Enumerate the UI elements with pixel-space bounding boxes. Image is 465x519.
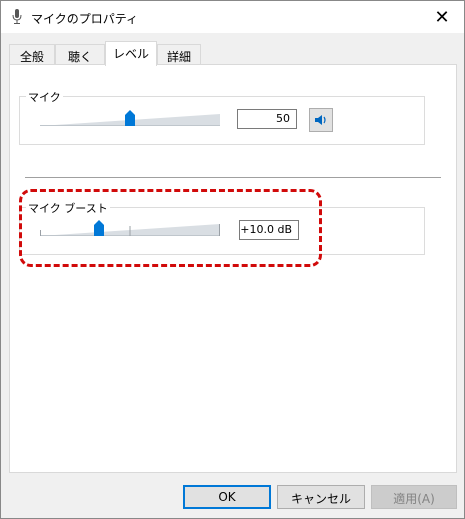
tab-levels[interactable]: レベル <box>105 41 157 66</box>
levels-panel: マイク 50 マイク ブースト +10.0 dB <box>9 64 457 473</box>
microphone-slider-thumb[interactable] <box>125 110 135 126</box>
close-icon: ✕ <box>434 6 450 28</box>
boost-highlight-annotation <box>19 189 322 267</box>
properties-window: マイクのプロパティ ✕ 全般 聴く レベル 詳細 マイク 50 マイク ブースト… <box>0 0 465 519</box>
tab-listen[interactable]: 聴く <box>55 44 105 65</box>
microphone-label: マイク <box>26 89 63 105</box>
microphone-slider[interactable] <box>40 104 220 134</box>
close-button[interactable]: ✕ <box>420 1 464 33</box>
tab-advanced[interactable]: 詳細 <box>157 44 201 65</box>
title-bar: マイクのプロパティ ✕ <box>1 1 464 33</box>
separator <box>25 177 441 178</box>
microphone-group: マイク 50 <box>19 89 425 145</box>
microphone-icon <box>12 9 22 24</box>
tab-general[interactable]: 全般 <box>9 44 55 65</box>
window-title: マイクのプロパティ <box>31 12 139 26</box>
cancel-button[interactable]: キャンセル <box>277 485 365 509</box>
microphone-mute-button[interactable] <box>309 108 333 132</box>
speaker-icon <box>315 115 326 125</box>
ok-button[interactable]: OK <box>183 485 271 509</box>
microphone-value-box[interactable]: 50 <box>237 109 297 129</box>
apply-button[interactable]: 適用(A) <box>371 485 457 509</box>
